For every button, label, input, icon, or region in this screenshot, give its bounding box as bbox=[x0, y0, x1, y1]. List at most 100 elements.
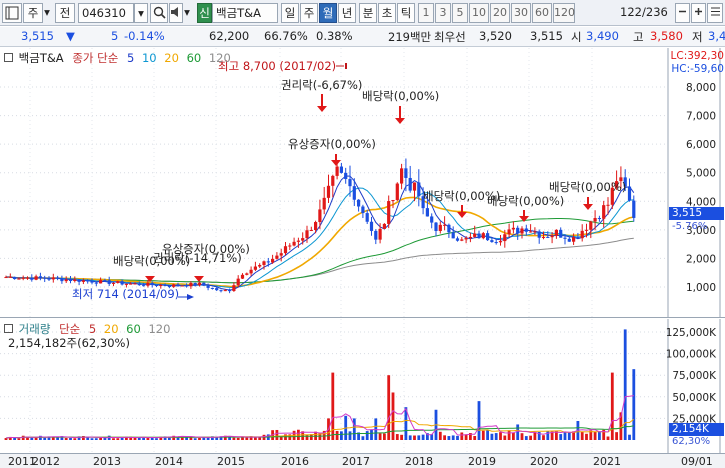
volume-legend-ma20[interactable]: 20 bbox=[104, 322, 119, 336]
candle-body bbox=[124, 283, 128, 285]
annotation-paid-in-arrow bbox=[331, 160, 341, 166]
candle-body bbox=[464, 238, 468, 240]
candle-body bbox=[25, 277, 30, 279]
legend-ma20[interactable]: 20 bbox=[164, 51, 179, 65]
candle-body bbox=[554, 229, 558, 236]
candle-body bbox=[314, 222, 318, 231]
interval-minute[interactable]: 분 bbox=[359, 3, 377, 23]
legend-ma10[interactable]: 10 bbox=[142, 51, 157, 65]
candle-body bbox=[417, 182, 421, 197]
volume-legend-name[interactable]: 거래량 bbox=[19, 322, 51, 336]
zoom-in-icon[interactable] bbox=[691, 3, 706, 23]
candle-body bbox=[335, 166, 339, 176]
volume-bar bbox=[585, 433, 588, 440]
legend-ma120[interactable]: 120 bbox=[209, 51, 231, 65]
candle-body bbox=[206, 285, 210, 288]
number-button-3[interactable]: 3 bbox=[435, 3, 451, 23]
prev-stock-button[interactable]: 전 bbox=[55, 3, 75, 23]
price-change-pct: -0.14% bbox=[124, 29, 165, 43]
legend-ma60[interactable]: 60 bbox=[187, 51, 202, 65]
down-arrow-icon: ▼ bbox=[66, 29, 75, 43]
menu-icon[interactable] bbox=[707, 3, 723, 23]
annotation-div-2019: 배당락(0,00%) bbox=[487, 194, 564, 208]
candle-body bbox=[133, 283, 137, 285]
legend-ma-type[interactable]: 종가 단순 bbox=[72, 51, 118, 65]
annotation-div-2020-arrow bbox=[583, 204, 593, 210]
volume-legend-ma120[interactable]: 120 bbox=[148, 322, 170, 336]
volume-bar bbox=[17, 438, 21, 440]
volume-bar bbox=[146, 438, 150, 440]
candle-body bbox=[228, 290, 232, 292]
price-tick-label: 2,000 bbox=[686, 253, 716, 265]
stock-code-input[interactable] bbox=[78, 3, 134, 23]
search-icon[interactable] bbox=[150, 3, 168, 23]
trade-volume: 62,200 bbox=[209, 29, 250, 43]
candle-body bbox=[34, 276, 38, 280]
legend-stock-name[interactable]: 백금T&A bbox=[19, 51, 64, 65]
price-tick-label: 5,000 bbox=[686, 168, 716, 180]
display-count[interactable]: 122 bbox=[610, 3, 642, 23]
candle-body bbox=[159, 285, 163, 287]
total-count: /236 bbox=[642, 3, 670, 23]
candle-body bbox=[627, 186, 632, 201]
sound-dropdown-icon[interactable]: ▾ bbox=[183, 3, 191, 23]
candle-body bbox=[597, 218, 601, 220]
volume-legend-ma60[interactable]: 60 bbox=[126, 322, 141, 336]
period-day[interactable]: 일 bbox=[281, 3, 299, 23]
annotation-low-arrow bbox=[187, 294, 194, 300]
candle-body bbox=[4, 277, 8, 279]
interval-second[interactable]: 초 bbox=[378, 3, 396, 23]
candle-body bbox=[382, 223, 386, 229]
number-button-1[interactable]: 1 bbox=[418, 3, 434, 23]
volume-bar bbox=[628, 434, 631, 440]
legend-ma5[interactable]: 5 bbox=[127, 51, 134, 65]
period-month[interactable]: 월 bbox=[319, 3, 337, 23]
volume-bar bbox=[64, 438, 68, 440]
volume-bar bbox=[460, 432, 464, 440]
candle-body bbox=[301, 238, 305, 241]
candle-body bbox=[331, 175, 335, 186]
best-bid: 3,515 bbox=[530, 29, 563, 43]
current-price: 3,515 bbox=[21, 29, 54, 43]
candle-body bbox=[99, 280, 103, 284]
volume-ratio: 66.76% bbox=[264, 29, 308, 43]
chart-type-icon[interactable] bbox=[2, 3, 22, 23]
number-button-5[interactable]: 5 bbox=[452, 3, 468, 23]
volume-bar bbox=[563, 431, 567, 440]
candle-body bbox=[516, 227, 520, 234]
interval-tick[interactable]: 틱 bbox=[397, 3, 415, 23]
candle-body bbox=[503, 234, 507, 242]
number-button-120[interactable]: 120 bbox=[553, 3, 575, 23]
period-type-dropdown[interactable]: 주 bbox=[23, 3, 43, 23]
candle-body bbox=[81, 280, 85, 282]
stock-code-field[interactable] bbox=[79, 4, 133, 22]
high-label: 고 bbox=[633, 30, 644, 44]
number-button-60[interactable]: 60 bbox=[532, 3, 552, 23]
annotation-paid-in-2014-arrow bbox=[194, 276, 204, 282]
period-year-label: 년 bbox=[341, 6, 353, 20]
candle-body bbox=[533, 231, 537, 233]
volume-tick-label: 125,000K bbox=[666, 327, 717, 339]
volume-legend-type[interactable]: 단순 bbox=[59, 322, 80, 336]
price-chart-pane[interactable]: 8,000 7,000 6,000 5,000 4,000 3,000 2,000 1,000… bbox=[0, 48, 725, 318]
code-dropdown-button[interactable]: ▾ bbox=[134, 3, 148, 23]
volume-bar bbox=[542, 435, 545, 440]
candle-body bbox=[116, 281, 120, 283]
best-quote-label: 최우선 bbox=[434, 30, 466, 44]
number-button-30[interactable]: 30 bbox=[511, 3, 531, 23]
period-week[interactable]: 주 bbox=[300, 3, 318, 23]
candle-body bbox=[43, 277, 47, 279]
candle-body bbox=[572, 237, 576, 242]
candle-body bbox=[550, 235, 554, 238]
candle-body bbox=[271, 258, 275, 263]
zoom-out-icon[interactable] bbox=[675, 3, 690, 23]
volume-ma-lines bbox=[5, 395, 635, 439]
number-button-10[interactable]: 10 bbox=[469, 3, 489, 23]
price-chart[interactable]: 8,0007,0006,0005,0004,0003,0002,0001,000… bbox=[0, 48, 725, 318]
volume-legend-ma5[interactable]: 5 bbox=[89, 322, 96, 336]
volume-chart-pane[interactable]: 125,000K 100,000K 75,000K 50,000K 25,000K 거래… bbox=[0, 319, 725, 453]
period-year[interactable]: 년 bbox=[338, 3, 356, 23]
number-button-20[interactable]: 20 bbox=[490, 3, 510, 23]
low-label: 저 bbox=[692, 30, 703, 44]
sound-icon[interactable] bbox=[169, 3, 183, 23]
